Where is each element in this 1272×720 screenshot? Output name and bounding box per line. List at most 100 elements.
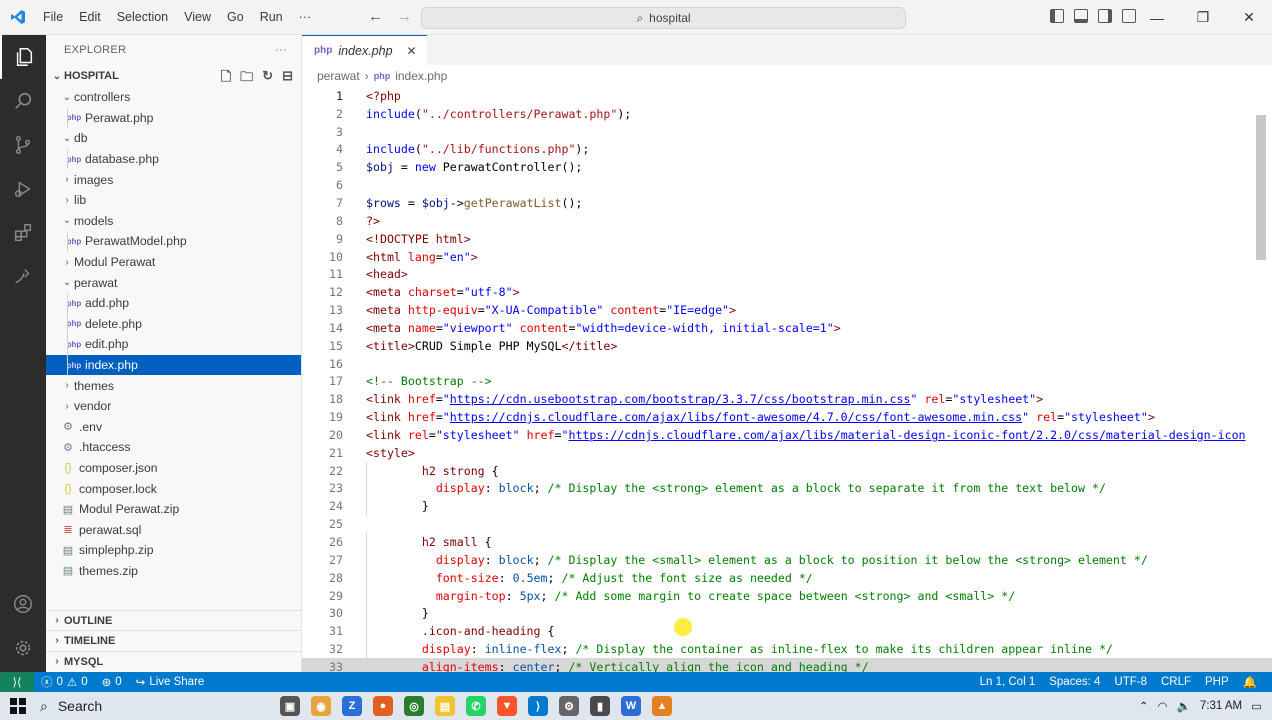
end-of-line[interactable]: CRLF: [1154, 676, 1198, 688]
breadcrumb-file[interactable]: index.php: [395, 69, 447, 83]
taskbar-search[interactable]: ⌕ Search: [36, 698, 276, 715]
source-control-icon[interactable]: [0, 123, 46, 167]
code-line[interactable]: 4 include("../lib/functions.php");: [302, 141, 1272, 159]
code-line[interactable]: 14 <meta name="viewport" content="width=d…: [302, 319, 1272, 337]
encoding[interactable]: UTF-8: [1107, 676, 1154, 688]
tree-item-htaccess[interactable]: ⚙ .htaccess: [46, 437, 301, 458]
tree-item-lib[interactable]: › lib: [46, 190, 301, 211]
whatsapp-icon[interactable]: ✆: [466, 696, 486, 716]
tree-item-themes[interactable]: › themes: [46, 375, 301, 396]
chat-app-icon[interactable]: ◉: [311, 696, 331, 716]
explorer-icon[interactable]: [0, 35, 46, 79]
tree-item-modul-perawat[interactable]: › Modul Perawat: [46, 252, 301, 273]
search-activity-icon[interactable]: [0, 79, 46, 123]
tree-item-add-php[interactable]: php add.php: [46, 292, 301, 314]
code-line[interactable]: 7 $rows = $obj->getPerawatList();: [302, 194, 1272, 212]
code-line[interactable]: 23 display: block; /* Display the <stron…: [302, 479, 1272, 498]
file-explorer-icon[interactable]: ▤: [435, 696, 455, 716]
back-arrow-icon[interactable]: ←: [368, 8, 383, 25]
menu-selection[interactable]: Selection: [109, 0, 176, 35]
code-line[interactable]: 16: [302, 355, 1272, 373]
tab-index-php[interactable]: php index.php ✕: [302, 35, 427, 65]
menu-go[interactable]: Go: [219, 0, 252, 35]
tree-item-perawat-php[interactable]: php Perawat.php: [46, 107, 301, 129]
tree-item-composer-json[interactable]: {} composer.json: [46, 458, 301, 479]
settings-icon[interactable]: ⚙: [559, 696, 579, 716]
chrome-icon[interactable]: ◎: [404, 696, 424, 716]
code-line[interactable]: 31 .icon-and-heading {: [302, 622, 1272, 641]
code-line[interactable]: 21 <style>: [302, 444, 1272, 462]
tree-item-perawatmodel-php[interactable]: php PerawatModel.php: [46, 231, 301, 252]
code-line[interactable]: 9 <!DOCTYPE html>: [302, 230, 1272, 248]
tree-item-database-php[interactable]: php database.php: [46, 148, 301, 170]
tree-item-index-php[interactable]: php index.php: [46, 354, 301, 376]
cursor-position[interactable]: Ln 1, Col 1: [973, 676, 1043, 688]
code-line[interactable]: 30 }: [302, 604, 1272, 623]
code-line[interactable]: 1 <?php: [302, 87, 1272, 105]
code-line[interactable]: 20 <link rel="stylesheet" href="https://c…: [302, 426, 1272, 444]
editor-scrollbar[interactable]: [1256, 115, 1266, 260]
windows-start-icon[interactable]: [0, 698, 36, 714]
outline-section[interactable]: › OUTLINE: [46, 610, 301, 630]
tree-item-models[interactable]: ⌄ models: [46, 211, 301, 232]
word-icon[interactable]: W: [621, 696, 641, 716]
remote-explorer-icon[interactable]: [0, 255, 46, 299]
remote-indicator-icon[interactable]: ⟩⟨: [0, 672, 34, 692]
menu-file[interactable]: File: [35, 0, 71, 35]
brave-icon[interactable]: ▼: [497, 696, 517, 716]
live-share-button[interactable]: ↪ Live Share: [129, 675, 212, 689]
code-line[interactable]: 17 <!-- Bootstrap -->: [302, 373, 1272, 391]
code-line[interactable]: 29 margin-top: 5px; /* Add some margin t…: [302, 586, 1272, 605]
problems-indicator[interactable]: ⓧ 0 ⚠ 0: [34, 674, 95, 690]
code-line[interactable]: 24 }: [302, 497, 1272, 516]
language-mode[interactable]: PHP: [1198, 676, 1236, 688]
code-line[interactable]: 28 font-size: 0.5em; /* Adjust the font …: [302, 568, 1272, 587]
task-view-icon[interactable]: ▣: [280, 696, 300, 716]
manage-gear-icon[interactable]: [0, 626, 46, 670]
code-line[interactable]: 5 $obj = new PerawatController();: [302, 158, 1272, 176]
vscode-taskbar-icon[interactable]: ⟩: [528, 696, 548, 716]
accounts-icon[interactable]: [0, 582, 46, 626]
code-line[interactable]: 3: [302, 123, 1272, 141]
wifi-icon[interactable]: ◠: [1158, 699, 1168, 713]
code-line[interactable]: 18 <link href="https://cdn.usebootstrap.c…: [302, 390, 1272, 408]
tree-item-modul-perawat-zip[interactable]: ▤ Modul Perawat.zip: [46, 499, 301, 520]
tree-item-simplephp-zip[interactable]: ▤ simplephp.zip: [46, 540, 301, 561]
zoom-icon[interactable]: Z: [342, 696, 362, 716]
code-line[interactable]: 27 display: block; /* Display the <small…: [302, 550, 1272, 569]
explorer-more-actions[interactable]: ···: [275, 44, 287, 56]
tray-overflow-icon[interactable]: ⌃: [1139, 699, 1149, 713]
code-line[interactable]: 11 <head>: [302, 265, 1272, 283]
forward-arrow-icon[interactable]: →: [397, 8, 412, 25]
tree-item-images[interactable]: › images: [46, 169, 301, 190]
code-line[interactable]: 22 h2 strong {: [302, 461, 1272, 480]
notification-center-icon[interactable]: ▭: [1251, 699, 1262, 713]
menu-more[interactable]: ···: [291, 0, 320, 35]
indentation[interactable]: Spaces: 4: [1042, 676, 1107, 688]
toggle-sidebar-icon[interactable]: [1050, 9, 1064, 23]
code-line[interactable]: 26 h2 small {: [302, 533, 1272, 551]
tree-item-themes-zip[interactable]: ▤ themes.zip: [46, 561, 301, 582]
tree-item-db[interactable]: ⌄ db: [46, 128, 301, 149]
clock[interactable]: 7:31 AM: [1200, 700, 1242, 712]
ports-indicator[interactable]: ⊛ 0: [95, 675, 129, 689]
tree-item-controllers[interactable]: ⌄ controllers: [46, 87, 301, 108]
restore-icon[interactable]: ❐: [1180, 0, 1226, 35]
run-debug-icon[interactable]: [0, 167, 46, 211]
tree-item-delete-php[interactable]: php delete.php: [46, 313, 301, 335]
menu-edit[interactable]: Edit: [71, 0, 109, 35]
code-line[interactable]: 15 <title>CRUD Simple PHP MySQL</title>: [302, 337, 1272, 355]
menu-run[interactable]: Run: [252, 0, 291, 35]
tree-item-vendor[interactable]: › vendor: [46, 396, 301, 417]
code-line[interactable]: 13 <meta http-equiv="X-UA-Compatible" con…: [302, 301, 1272, 319]
breadcrumb-folder[interactable]: perawat: [317, 69, 360, 83]
tree-item-env[interactable]: ⚙ .env: [46, 417, 301, 438]
vlc-icon[interactable]: ▲: [652, 696, 672, 716]
toggle-secondary-sidebar-icon[interactable]: [1098, 9, 1112, 23]
tree-item-perawat-sql[interactable]: ≣ perawat.sql: [46, 519, 301, 540]
code-line[interactable]: 2 include("../controllers/Perawat.php");: [302, 105, 1272, 123]
extensions-icon[interactable]: [0, 211, 46, 255]
tree-item-composer-lock[interactable]: {} composer.lock: [46, 478, 301, 499]
command-center-search[interactable]: ⌕ hospital: [421, 7, 906, 29]
timeline-section[interactable]: › TIMELINE: [46, 630, 301, 650]
